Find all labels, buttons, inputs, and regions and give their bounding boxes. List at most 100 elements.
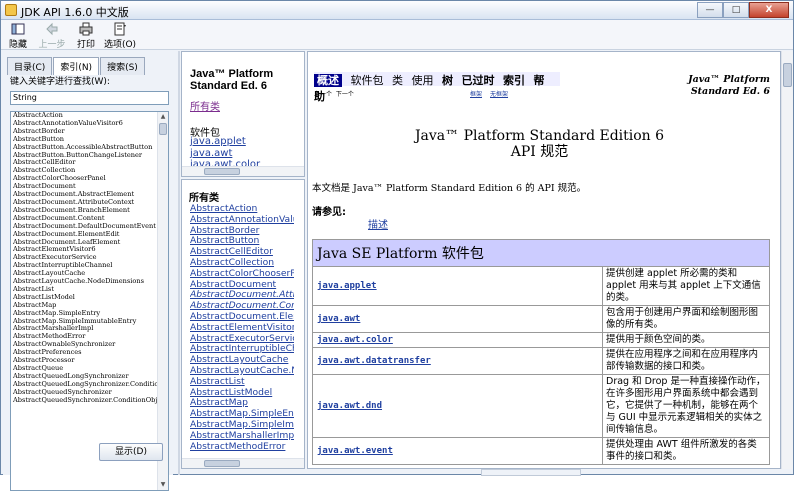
back-button[interactable]: 上一步 <box>35 20 69 50</box>
class-link[interactable]: AbstractMarshallerImpl <box>190 431 294 442</box>
index-item[interactable]: AbstractDocument.ElementEdit <box>11 231 157 239</box>
package-name-link[interactable]: java.awt.color <box>312 332 603 348</box>
package-frame-hscrollbar[interactable] <box>182 166 304 176</box>
tab-search[interactable]: 搜索(S) <box>100 57 145 75</box>
class-link[interactable]: AbstractAnnotationValu <box>190 215 294 226</box>
index-item[interactable]: AbstractButton <box>11 136 157 144</box>
content-scrollbar[interactable] <box>781 51 793 469</box>
minimize-button[interactable]: — <box>697 2 723 18</box>
package-name-link[interactable]: java.awt.dnd <box>312 374 603 438</box>
index-item[interactable]: AbstractDocument.DefaultDocumentEvent <box>11 223 157 231</box>
class-link[interactable]: AbstractExecutorServic <box>190 334 294 345</box>
noframes-link[interactable]: 无框架 <box>490 91 508 98</box>
index-item[interactable]: AbstractQueuedSynchronizer.ConditionObje… <box>11 397 157 405</box>
display-button[interactable]: 显示(D) <box>99 443 163 461</box>
index-list[interactable]: AbstractAction AbstractAnnotationValueVis… <box>10 111 169 491</box>
index-item[interactable]: AbstractMap.SimpleEntry <box>11 310 157 318</box>
class-link[interactable]: AbstractButton <box>190 236 294 247</box>
all-classes-link[interactable]: 所有类 <box>190 98 220 113</box>
index-item[interactable]: AbstractList <box>11 286 157 294</box>
class-link[interactable]: AbstractLayoutCache.N <box>190 366 294 377</box>
class-link[interactable]: AbstractMap <box>190 398 294 409</box>
class-link[interactable]: AbstractInterruptibleCh <box>190 344 294 355</box>
class-link[interactable]: AbstractMap.SimpleEnt <box>190 409 294 420</box>
class-link[interactable]: AbstractListModel <box>190 388 294 399</box>
class-link[interactable]: AbstractBorder <box>190 226 294 237</box>
package-name-link[interactable]: java.applet <box>312 266 603 306</box>
index-item[interactable]: AbstractButton.AccessibleAbstractButton <box>11 144 157 152</box>
class-link[interactable]: AbstractMap.SimpleImn <box>190 420 294 431</box>
class-link[interactable]: AbstractDocument.Con <box>190 301 294 312</box>
index-item[interactable]: AbstractCollection <box>11 167 157 175</box>
index-item[interactable]: AbstractDocument.AttributeContext <box>11 199 157 207</box>
tab-contents[interactable]: 目录(C) <box>7 57 53 75</box>
class-link[interactable]: AbstractMethodError <box>190 442 294 453</box>
class-link[interactable]: AbstractCellEditor <box>190 247 294 258</box>
index-item[interactable]: AbstractQueuedLongSynchronizer <box>11 373 157 381</box>
pane-splitter[interactable] <box>178 51 180 475</box>
index-item[interactable]: AbstractPreferences <box>11 349 157 357</box>
class-frame-hscrollbar[interactable] <box>182 458 304 468</box>
index-item[interactable]: AbstractQueue <box>11 365 157 373</box>
index-item[interactable]: AbstractQueuedLongSynchronizer.Condition… <box>11 381 157 389</box>
hscroll-thumb[interactable] <box>204 460 240 467</box>
class-link[interactable]: AbstractCollection <box>190 258 294 269</box>
nav-tree[interactable]: 树 <box>442 74 453 87</box>
package-name-link[interactable]: java.awt.datatransfer <box>312 347 603 375</box>
index-item[interactable]: AbstractBorder <box>11 128 157 136</box>
index-item[interactable]: AbstractLayoutCache.NodeDimensions <box>11 278 157 286</box>
print-button[interactable]: 打印 <box>69 20 103 50</box>
options-button[interactable]: 选项(O) <box>103 20 137 50</box>
package-name-link[interactable]: java.awt.event <box>312 437 603 465</box>
content-scroll-thumb[interactable] <box>783 63 792 87</box>
keyword-input[interactable]: String <box>10 91 169 105</box>
index-item[interactable]: AbstractMethodError <box>11 333 157 341</box>
class-link[interactable]: AbstractDocument.Elen <box>190 312 294 323</box>
hscroll-thumb[interactable] <box>204 168 240 175</box>
class-link[interactable]: AbstractColorChooserP <box>190 269 294 280</box>
package-name-link[interactable]: java.awt <box>312 305 603 333</box>
intro-text: 本文档是 Java™ Platform Standard Edition 6 的… <box>312 183 587 194</box>
index-item[interactable]: AbstractButton.ButtonChangeListener <box>11 152 157 160</box>
index-item[interactable]: AbstractQueuedSynchronizer <box>11 389 157 397</box>
index-item[interactable]: AbstractMarshallerImpl <box>11 325 157 333</box>
scroll-down-icon[interactable]: ▼ <box>158 480 168 490</box>
index-item[interactable]: AbstractDocument.Content <box>11 215 157 223</box>
package-link[interactable]: java.applet <box>190 136 246 147</box>
frames-link[interactable]: 框架 <box>470 91 482 98</box>
class-link[interactable]: AbstractElementVisitor <box>190 323 294 334</box>
class-link[interactable]: AbstractAction <box>190 204 294 215</box>
hide-button[interactable]: 隐藏 <box>1 20 35 50</box>
package-link[interactable]: java.awt <box>190 148 232 159</box>
index-item[interactable]: AbstractAnnotationValueVisitor6 <box>11 120 157 128</box>
index-item[interactable]: AbstractColorChooserPanel <box>11 175 157 183</box>
index-item[interactable]: AbstractExecutorService <box>11 254 157 262</box>
description-link[interactable]: 描述 <box>368 216 388 231</box>
nav-deprecated[interactable]: 已过时 <box>462 74 495 87</box>
index-scrollbar[interactable]: ▲ ▼ <box>157 112 168 490</box>
index-item[interactable]: AbstractDocument.BranchElement <box>11 207 157 215</box>
scroll-up-icon[interactable]: ▲ <box>158 112 168 122</box>
index-item[interactable]: AbstractDocument <box>11 183 157 191</box>
index-item[interactable]: AbstractElementVisitor6 <box>11 246 157 254</box>
close-button[interactable]: X <box>749 2 789 18</box>
index-item[interactable]: AbstractMap <box>11 302 157 310</box>
class-link[interactable]: AbstractDocument <box>190 280 294 291</box>
class-link[interactable]: AbstractLayoutCache <box>190 355 294 366</box>
index-item[interactable]: AbstractDocument.LeafElement <box>11 239 157 247</box>
index-item[interactable]: AbstractOwnableSynchronizer <box>11 341 157 349</box>
index-item[interactable]: AbstractLayoutCache <box>11 270 157 278</box>
class-link[interactable]: AbstractDocument.Attri <box>190 290 294 301</box>
scroll-thumb[interactable] <box>159 123 167 135</box>
index-item[interactable]: AbstractListModel <box>11 294 157 302</box>
class-link[interactable]: AbstractList <box>190 377 294 388</box>
nav-index[interactable]: 索引 <box>503 74 525 87</box>
index-item[interactable]: AbstractInterruptibleChannel <box>11 262 157 270</box>
index-item[interactable]: AbstractDocument.AbstractElement <box>11 191 157 199</box>
tab-index[interactable]: 索引(N) <box>53 57 100 75</box>
index-item[interactable]: AbstractAction <box>11 112 157 120</box>
index-item[interactable]: AbstractMap.SimpleImmutableEntry <box>11 318 157 326</box>
index-item[interactable]: AbstractProcessor <box>11 357 157 365</box>
maximize-button[interactable]: □ <box>723 2 749 18</box>
index-item[interactable]: AbstractCellEditor <box>11 159 157 167</box>
